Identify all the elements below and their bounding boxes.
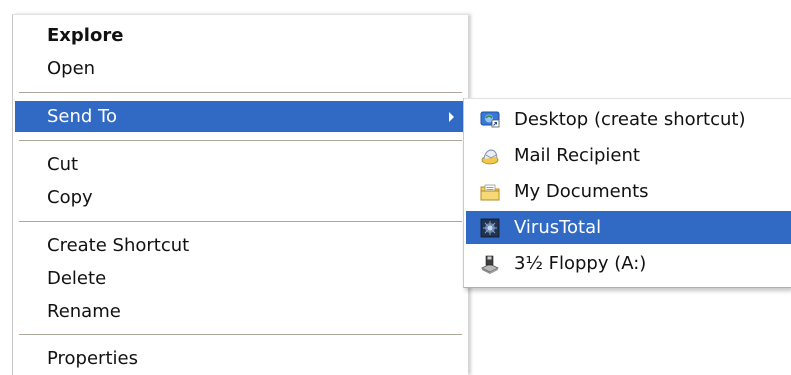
menu-separator	[19, 334, 462, 336]
menu-item-label: Copy	[47, 187, 93, 208]
menu-item-label: Open	[47, 58, 96, 79]
mail-icon	[480, 146, 500, 166]
submenu-item-label: Desktop (create shortcut)	[514, 109, 746, 130]
menu-item-label: Delete	[47, 268, 107, 289]
screen: Explore Open Send To Cut Copy Create Sho…	[0, 0, 791, 375]
submenu-item-mail-recipient[interactable]: Mail Recipient	[466, 139, 791, 172]
menu-item-label: Cut	[47, 154, 79, 175]
floppy-drive-icon	[480, 254, 500, 274]
submenu-item-label: Mail Recipient	[514, 145, 640, 166]
menu-separator	[19, 221, 462, 223]
submenu-item-label: 3½ Floppy (A:)	[514, 253, 647, 274]
menu-separator	[19, 92, 462, 94]
menu-item-properties[interactable]: Properties	[15, 343, 466, 374]
menu-item-cut[interactable]: Cut	[15, 149, 466, 180]
desktop-icon	[480, 110, 500, 130]
folder-icon	[480, 182, 500, 202]
menu-item-create-shortcut[interactable]: Create Shortcut	[15, 230, 466, 261]
menu-item-open[interactable]: Open	[15, 53, 466, 84]
menu-item-label: Send To	[47, 106, 118, 127]
send-to-submenu: Desktop (create shortcut) Mail Recipient	[463, 98, 791, 288]
submenu-item-virustotal[interactable]: VirusTotal	[466, 211, 791, 244]
submenu-item-label: My Documents	[514, 181, 649, 202]
submenu-item-my-documents[interactable]: My Documents	[466, 175, 791, 208]
submenu-item-desktop[interactable]: Desktop (create shortcut)	[466, 103, 791, 136]
submenu-arrow-icon	[449, 111, 454, 122]
menu-separator	[19, 140, 462, 142]
menu-item-label: Rename	[47, 301, 121, 322]
menu-item-rename[interactable]: Rename	[15, 296, 466, 327]
menu-item-label: Properties	[47, 348, 138, 369]
menu-item-send-to[interactable]: Send To	[15, 101, 466, 132]
submenu-item-floppy[interactable]: 3½ Floppy (A:)	[466, 247, 791, 280]
menu-item-label: Create Shortcut	[47, 235, 190, 256]
context-menu: Explore Open Send To Cut Copy Create Sho…	[12, 14, 468, 375]
menu-item-label: Explore	[47, 25, 124, 46]
menu-item-delete[interactable]: Delete	[15, 263, 466, 294]
menu-item-copy[interactable]: Copy	[15, 182, 466, 213]
submenu-item-label: VirusTotal	[514, 217, 602, 238]
virustotal-icon	[480, 218, 500, 238]
menu-item-explore[interactable]: Explore	[15, 20, 466, 51]
